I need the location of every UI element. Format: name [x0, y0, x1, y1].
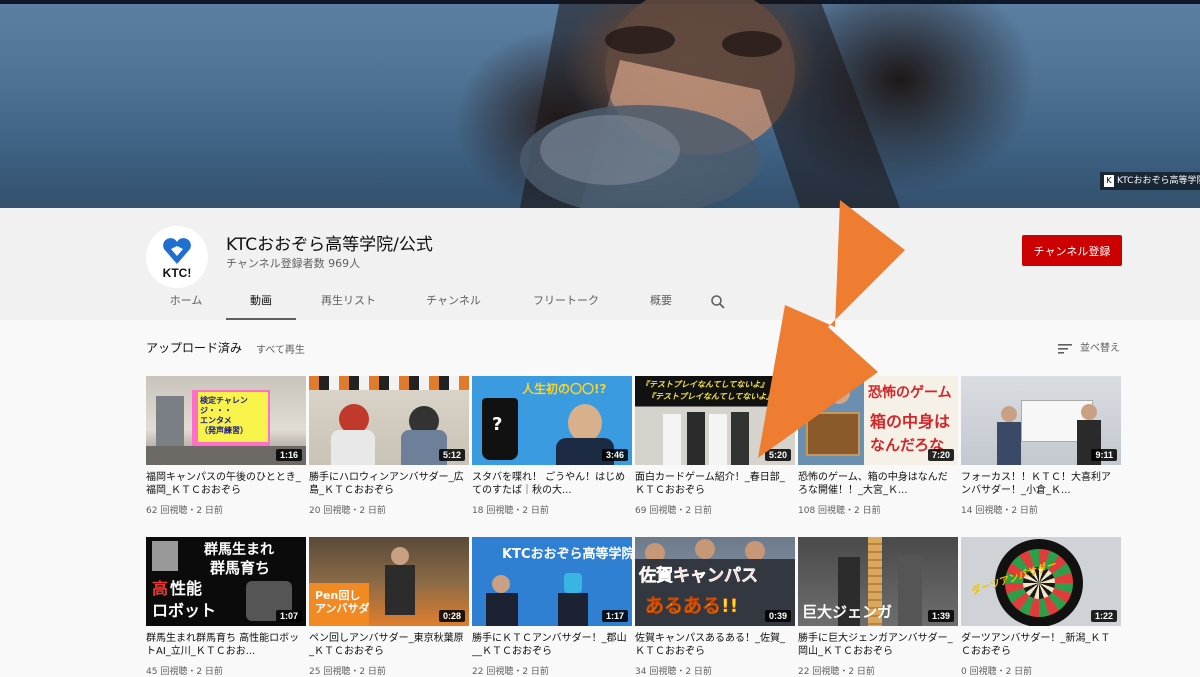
tab-videos[interactable]: 動画	[226, 286, 296, 320]
shelf-title: アップロード済み	[146, 341, 243, 355]
video-meta: 25 回視聴・2 日前	[309, 667, 386, 677]
thumbnail-caption: 恐怖のゲーム	[868, 385, 952, 401]
thumbnail-caption: Pen回し アンバサダ	[315, 589, 370, 615]
video-duration: 5:12	[438, 449, 465, 461]
thumbnail-caption: KTCおおぞら高等学院	[502, 547, 632, 562]
video-card[interactable]: 『テストプレイなんてしてないよ』 『テストプレイなんてしてないよ』無 5:20 …	[635, 376, 795, 516]
video-title[interactable]: 佐賀キャンパスあるある！_佐賀_ＫＴＣおおぞら	[635, 632, 791, 658]
thumbnail-caption: 人生初の〇〇!?	[522, 382, 607, 396]
question-mark-icon: ?	[492, 414, 503, 435]
thumbnail-caption: 『テストプレイなんてしてないよ』	[641, 380, 769, 389]
video-meta: 22 回視聴・2 日前	[472, 667, 549, 677]
video-card[interactable]: 佐賀キャンパス あるある!! 0:39 佐賀キャンパスあるある！_佐賀_ＫＴＣお…	[635, 537, 795, 677]
video-thumbnail[interactable]: 検定チャレン ジ・・・ エンタメ （発声練習） 1:16	[146, 376, 306, 465]
video-title[interactable]: フォーカス！！ＫＴＣ！大喜利アンバサダー！_小倉_Ｋ...	[961, 471, 1117, 497]
video-title[interactable]: 群馬生まれ群馬育ち 高性能ロボットAI_立川_ＫＴＣおお...	[146, 632, 302, 658]
video-duration: 1:22	[1090, 610, 1117, 622]
video-card[interactable]: ダーツアンバサダー 1:22 ダーツアンバサダー！_新潟_ＫＴＣおおぞら 0 回…	[961, 537, 1121, 677]
video-card[interactable]: 9:11 フォーカス！！ＫＴＣ！大喜利アンバサダー！_小倉_Ｋ... 14 回視…	[961, 376, 1121, 516]
video-thumbnail[interactable]: KTCおおぞら高等学院 1:17	[472, 537, 632, 626]
tab-free-talk[interactable]: フリートーク	[511, 286, 621, 320]
thumbnail-caption: あるある!!	[645, 595, 739, 618]
video-meta: 69 回視聴・2 日前	[635, 506, 712, 516]
subscriber-count: チャンネル登録者数 969人	[226, 257, 361, 270]
video-card[interactable]: KTCおおぞら高等学院 1:17 勝手にＫＴＣアンバサダー！_郡山__ＫＴＣおお…	[472, 537, 632, 677]
thumbnail-caption: 群馬育ち	[210, 559, 271, 577]
video-meta: 108 回視聴・2 日前	[798, 506, 881, 516]
video-thumbnail[interactable]: 『テストプレイなんてしてないよ』 『テストプレイなんてしてないよ』無 5:20	[635, 376, 795, 465]
video-meta: 18 回視聴・2 日前	[472, 506, 549, 516]
video-title[interactable]: 勝手に巨大ジェンガアンバサダー_岡山_ＫＴＣおおぞら	[798, 632, 954, 658]
video-thumbnail[interactable]: 佐賀キャンパス あるある!! 0:39	[635, 537, 795, 626]
video-thumbnail[interactable]: 9:11	[961, 376, 1121, 465]
thumbnail-caption: 検定チャレン ジ・・・ エンタメ （発声練習）	[200, 396, 248, 435]
video-meta: 22 回視聴・2 日前	[798, 667, 875, 677]
video-duration: 3:46	[601, 449, 628, 461]
video-meta: 62 回視聴・2 日前	[146, 506, 223, 516]
search-icon[interactable]	[710, 294, 726, 310]
video-card[interactable]: 検定チャレン ジ・・・ エンタメ （発声練習） 1:16 福岡キャンパスの午後の…	[146, 376, 306, 516]
video-thumbnail[interactable]: Pen回し アンバサダ 0:28	[309, 537, 469, 626]
video-duration: 1:07	[275, 610, 302, 622]
video-card[interactable]: 巨大ジェンガ 1:39 勝手に巨大ジェンガアンバサダー_岡山_ＫＴＣおおぞら 2…	[798, 537, 958, 677]
banner-photo	[520, 0, 900, 208]
channel-name: KTCおおぞら高等学院/公式	[226, 235, 433, 255]
avatar-text: KTC!	[162, 266, 192, 280]
thumbnail-caption: 箱の中身は	[870, 412, 951, 431]
thumbnail-caption: 性能	[170, 579, 203, 598]
video-title[interactable]: 面白カードゲーム紹介！_春日部_ＫＴＣおおぞら	[635, 471, 791, 497]
tab-playlists[interactable]: 再生リスト	[301, 286, 396, 320]
tab-about[interactable]: 概要	[626, 286, 696, 320]
video-duration: 5:20	[764, 449, 791, 461]
video-title[interactable]: 勝手にＫＴＣアンバサダー！_郡山__ＫＴＣおおぞら	[472, 632, 628, 658]
thumbnail-caption: 高	[152, 579, 169, 598]
thumbnail-caption: 巨大ジェンガ	[802, 603, 893, 621]
thumbnail-caption: 群馬生まれ	[204, 542, 274, 558]
thumbnail-caption: ロボット	[152, 601, 217, 620]
video-title[interactable]: 恐怖のゲーム、箱の中身はなんだろな開催！！_大宮_Ｋ...	[798, 471, 954, 497]
video-thumbnail[interactable]: 恐怖のゲーム 箱の中身は なんだろな 7:20	[798, 376, 958, 465]
thumbnail-caption: 『テストプレイなんてしてないよ』無	[647, 392, 783, 401]
video-duration: 1:16	[275, 449, 302, 461]
video-card[interactable]: 5:12 勝手にハロウィンアンバサダー_広島_ＫＴＣおおぞら 20 回視聴・2 …	[309, 376, 469, 516]
video-card[interactable]: Pen回し アンバサダ 0:28 ペン回しアンバサダー_東京秋葉原_ＫＴＣおおぞ…	[309, 537, 469, 677]
tab-home[interactable]: ホーム	[146, 286, 226, 320]
video-duration: 7:20	[927, 449, 954, 461]
thumbnail-caption: 佐賀キャンパス	[639, 566, 759, 587]
sort-icon	[1058, 343, 1072, 354]
channel-header: KTC! KTCおおぞら高等学院/公式 チャンネル登録者数 969人 チャンネル…	[0, 208, 1200, 320]
video-duration: 1:17	[601, 610, 628, 622]
sort-button[interactable]: 並べ替え	[1058, 339, 1120, 354]
video-title[interactable]: ダーツアンバサダー！_新潟_ＫＴＣおおぞら	[961, 632, 1117, 658]
video-card[interactable]: 人生初の〇〇!? ? 3:46 スタバを喋れ！ ごうやん！はじめてのすたば｜秋の…	[472, 376, 632, 516]
video-title[interactable]: ペン回しアンバサダー_東京秋葉原_ＫＴＣおおぞら	[309, 632, 465, 658]
video-thumbnail[interactable]: 人生初の〇〇!? ? 3:46	[472, 376, 632, 465]
banner-logo: K KTCおおぞら高等学院	[1100, 172, 1200, 190]
channel-banner: K KTCおおぞら高等学院	[0, 0, 1200, 208]
video-title[interactable]: 福岡キャンパスの午後のひととき_福岡_ＫＴＣおおぞら	[146, 471, 302, 497]
subscribe-button[interactable]: チャンネル登録	[1022, 235, 1122, 266]
video-duration: 1:39	[927, 610, 954, 622]
video-meta: 0 回視聴・2 日前	[961, 667, 1033, 677]
video-title[interactable]: 勝手にハロウィンアンバサダー_広島_ＫＴＣおおぞら	[309, 471, 465, 497]
video-thumbnail[interactable]: 群馬生まれ 群馬育ち 高 性能 ロボット 1:07	[146, 537, 306, 626]
video-duration: 9:11	[1091, 449, 1117, 461]
video-title[interactable]: スタバを喋れ！ ごうやん！はじめてのすたば｜秋の大...	[472, 471, 628, 497]
video-duration: 0:28	[438, 610, 465, 622]
heart-logo-icon	[163, 238, 191, 264]
channel-avatar[interactable]: KTC!	[146, 226, 208, 288]
video-card[interactable]: 群馬生まれ 群馬育ち 高 性能 ロボット 1:07 群馬生まれ群馬育ち 高性能ロ…	[146, 537, 306, 677]
video-meta: 20 回視聴・2 日前	[309, 506, 386, 516]
video-thumbnail[interactable]: ダーツアンバサダー 1:22	[961, 537, 1121, 626]
play-all-link[interactable]: すべて再生	[256, 341, 305, 356]
sort-label: 並べ替え	[1080, 343, 1120, 354]
tab-channels[interactable]: チャンネル	[406, 286, 501, 320]
video-meta: 34 回視聴・2 日前	[635, 667, 712, 677]
video-meta: 45 回視聴・2 日前	[146, 667, 223, 677]
video-meta: 14 回視聴・2 日前	[961, 506, 1038, 516]
video-thumbnail[interactable]: 5:12	[309, 376, 469, 465]
video-card[interactable]: 恐怖のゲーム 箱の中身は なんだろな 7:20 恐怖のゲーム、箱の中身はなんだろ…	[798, 376, 958, 516]
video-duration: 0:39	[764, 610, 791, 622]
video-thumbnail[interactable]: 巨大ジェンガ 1:39	[798, 537, 958, 626]
